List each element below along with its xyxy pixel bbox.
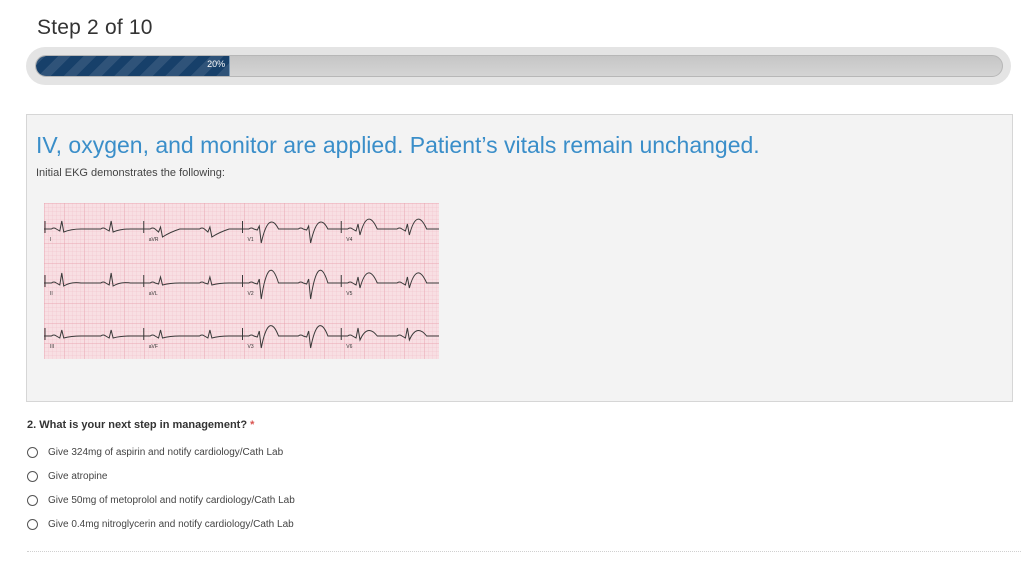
ekg-tracing: IaVR V1 V4 II aVL V2 V5 III aVF V3 V6 bbox=[44, 203, 439, 359]
progress-fill: 20% bbox=[36, 56, 231, 76]
section-divider bbox=[27, 551, 1021, 552]
ekg-lead-label: aVF bbox=[149, 344, 158, 350]
radio-button[interactable] bbox=[27, 518, 38, 530]
question-text: 2. What is your next step in management?… bbox=[27, 419, 254, 431]
answer-option-atropine[interactable]: Give atropine bbox=[27, 468, 427, 484]
answer-option-label: Give 50mg of metoprolol and notify cardi… bbox=[48, 494, 295, 506]
answer-option-metoprolol[interactable]: Give 50mg of metoprolol and notify cardi… bbox=[27, 492, 427, 508]
progress-track: 20% bbox=[35, 55, 1003, 77]
question-label: 2. What is your next step in management? bbox=[27, 419, 248, 431]
answer-option-aspirin[interactable]: Give 324mg of aspirin and notify cardiol… bbox=[27, 444, 427, 460]
radio-button[interactable] bbox=[27, 494, 38, 506]
ekg-lead-label: III bbox=[50, 344, 54, 350]
ekg-lead-label: V4 bbox=[346, 237, 352, 243]
scenario-subtext: Initial EKG demonstrates the following: bbox=[36, 167, 225, 179]
required-marker: * bbox=[250, 419, 255, 431]
ekg-image: IaVR V1 V4 II aVL V2 V5 III aVF V3 V6 bbox=[44, 203, 439, 359]
ekg-lead-label: II bbox=[50, 291, 53, 297]
ekg-lead-label: V5 bbox=[346, 291, 352, 297]
answer-option-label: Give 0.4mg nitroglycerin and notify card… bbox=[48, 518, 294, 530]
ekg-lead-label: aVR bbox=[149, 237, 159, 243]
answer-option-label: Give atropine bbox=[48, 470, 108, 482]
step-title: Step 2 of 10 bbox=[37, 16, 153, 39]
ekg-lead-label: I bbox=[50, 237, 51, 243]
answer-option-label: Give 324mg of aspirin and notify cardiol… bbox=[48, 446, 284, 458]
progress-bar: 20% bbox=[26, 47, 1011, 85]
ekg-lead-label: V3 bbox=[248, 344, 254, 350]
radio-button[interactable] bbox=[27, 470, 38, 482]
scenario-heading: IV, oxygen, and monitor are applied. Pat… bbox=[36, 132, 760, 158]
ekg-lead-label: V6 bbox=[346, 344, 352, 350]
ekg-lead-label: aVL bbox=[149, 291, 158, 297]
answer-option-nitroglycerin[interactable]: Give 0.4mg nitroglycerin and notify card… bbox=[27, 516, 427, 532]
progress-label: 20% bbox=[207, 59, 226, 69]
ekg-lead-label: V1 bbox=[248, 237, 254, 243]
radio-button[interactable] bbox=[27, 446, 38, 458]
scenario-panel: IV, oxygen, and monitor are applied. Pat… bbox=[26, 114, 1013, 402]
ekg-lead-label: V2 bbox=[248, 291, 254, 297]
